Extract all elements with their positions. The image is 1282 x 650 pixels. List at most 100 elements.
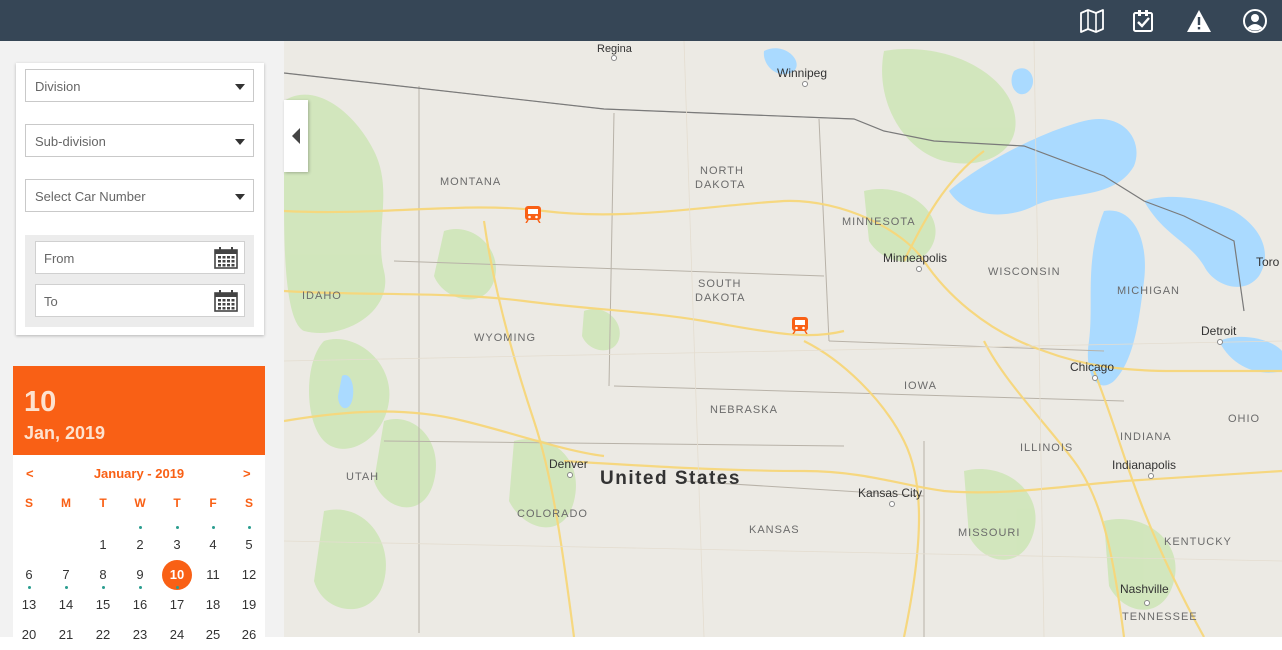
top-bar	[0, 0, 1282, 41]
calendar-day[interactable]: 14	[51, 590, 81, 620]
calendar-day[interactable]: 25	[198, 620, 228, 650]
city-chicago: Chicago	[1070, 360, 1115, 374]
city-indianapolis: Indianapolis	[1112, 458, 1177, 472]
event-dot	[248, 526, 251, 529]
map-view[interactable]: MONTANA NORTH DAKOTA MINNESOTA WISCONSIN…	[284, 41, 1282, 637]
calendar-day[interactable]: 20	[14, 620, 44, 650]
map-canvas	[284, 41, 1282, 637]
chevron-down-icon	[235, 84, 245, 90]
event-dot	[212, 526, 215, 529]
region-minnesota: MINNESOTA	[842, 216, 916, 228]
car-number-select[interactable]: Select Car Number	[25, 179, 254, 212]
weekday-label: F	[209, 496, 217, 510]
region-wisconsin: WISCONSIN	[988, 266, 1061, 278]
region-utah: UTAH	[346, 471, 380, 483]
next-month-button[interactable]: >	[243, 466, 251, 481]
map-icon[interactable]	[1079, 8, 1105, 34]
city-kansas-city: Kansas City	[858, 486, 923, 500]
city-denver: Denver	[549, 457, 588, 471]
calendar-day[interactable]: 22	[88, 620, 118, 650]
calendar-day[interactable]: 21	[51, 620, 81, 650]
calendar-day[interactable]: 16	[125, 590, 155, 620]
chevron-down-icon	[235, 139, 245, 145]
from-date-field[interactable]: From	[35, 241, 245, 274]
calendar-day[interactable]: 23	[125, 620, 155, 650]
calendar-day[interactable]: 12	[234, 560, 264, 590]
weekday-label: T	[99, 496, 107, 510]
calendar-day[interactable]: 19	[234, 590, 264, 620]
city-regina: Regina	[597, 43, 632, 55]
calendar-day[interactable]: 4	[198, 530, 228, 560]
weekday-label: S	[24, 496, 33, 510]
calendar-icon[interactable]	[214, 247, 238, 269]
event-dot	[65, 586, 68, 589]
date-range-panel: From To	[25, 235, 254, 327]
calendar-day[interactable]: 5	[234, 530, 264, 560]
division-select-label: Division	[35, 79, 81, 94]
car-number-select-label: Select Car Number	[35, 189, 146, 204]
region-illinois: ILLINOIS	[1020, 442, 1074, 454]
calendar-day[interactable]: 17	[162, 590, 192, 620]
calendar-widget: < January - 2019 > SMTWTFS 1 2 3 4 5 6 7 8 9 10 11…	[13, 455, 265, 642]
city-toronto: Toro	[1256, 255, 1280, 269]
train-marker-icon[interactable]	[524, 205, 542, 223]
calendar-day[interactable]: 3	[162, 530, 192, 560]
region-ohio: OHIO	[1228, 413, 1261, 425]
subdivision-select-label: Sub-division	[35, 134, 106, 149]
filter-panel: Division Sub-division Select Car Number …	[16, 63, 264, 335]
to-date-field[interactable]: To	[35, 284, 245, 317]
event-dot	[28, 586, 31, 589]
event-dot	[176, 586, 179, 589]
weekday-label: T	[173, 496, 181, 510]
train-marker-icon[interactable]	[791, 316, 809, 334]
checklist-icon[interactable]	[1130, 8, 1156, 34]
city-detroit: Detroit	[1201, 324, 1237, 338]
calendar-day[interactable]: 24	[162, 620, 192, 650]
calendar-day[interactable]: 13	[14, 590, 44, 620]
selected-month-year: Jan, 2019	[24, 423, 106, 443]
region-nebraska: NEBRASKA	[710, 404, 778, 416]
region-north-dakota-2: DAKOTA	[695, 179, 746, 191]
region-south-dakota: SOUTH	[698, 278, 742, 290]
calendar-icon[interactable]	[214, 290, 238, 312]
country-label: United States	[600, 468, 741, 489]
calendar-day[interactable]: 15	[88, 590, 118, 620]
event-dot	[139, 526, 142, 529]
subdivision-select[interactable]: Sub-division	[25, 124, 254, 157]
chevron-down-icon	[235, 194, 245, 200]
calendar-day[interactable]: 26	[234, 620, 264, 650]
region-north-dakota: NORTH	[700, 165, 744, 177]
region-south-dakota-2: DAKOTA	[695, 292, 746, 304]
event-dot	[176, 526, 179, 529]
division-select[interactable]: Division	[25, 69, 254, 102]
from-date-placeholder: From	[44, 251, 75, 266]
weekday-label: M	[61, 496, 71, 510]
selected-date-header: 10 Jan, 2019	[13, 366, 265, 455]
region-missouri: MISSOURI	[958, 527, 1021, 539]
region-idaho: IDAHO	[302, 290, 342, 302]
selected-day: 10	[24, 386, 57, 418]
region-iowa: IOWA	[904, 380, 937, 392]
region-kentucky: KENTUCKY	[1164, 536, 1232, 548]
calendar-day[interactable]: 2	[125, 530, 155, 560]
calendar-month-label: January - 2019	[93, 466, 185, 481]
event-dot	[102, 586, 105, 589]
calendar-day[interactable]: 11	[198, 560, 228, 590]
weekday-label: W	[134, 496, 146, 510]
sidebar: Division Sub-division Select Car Number …	[0, 41, 284, 642]
region-tennessee: TENNESSEE	[1122, 611, 1198, 623]
user-icon[interactable]	[1242, 8, 1268, 34]
region-montana: MONTANA	[440, 176, 502, 188]
calendar-day[interactable]: 18	[198, 590, 228, 620]
city-minneapolis: Minneapolis	[883, 251, 948, 265]
to-date-placeholder: To	[44, 294, 58, 309]
region-indiana: INDIANA	[1120, 431, 1172, 443]
alert-icon[interactable]	[1186, 8, 1212, 34]
calendar-day[interactable]: 1	[88, 530, 118, 560]
city-nashville: Nashville	[1120, 582, 1169, 596]
city-winnipeg: Winnipeg	[777, 66, 828, 80]
region-michigan: MICHIGAN	[1117, 285, 1180, 297]
sidebar-collapse-button[interactable]	[284, 100, 308, 172]
event-dot	[139, 586, 142, 589]
region-kansas: KANSAS	[749, 524, 800, 536]
